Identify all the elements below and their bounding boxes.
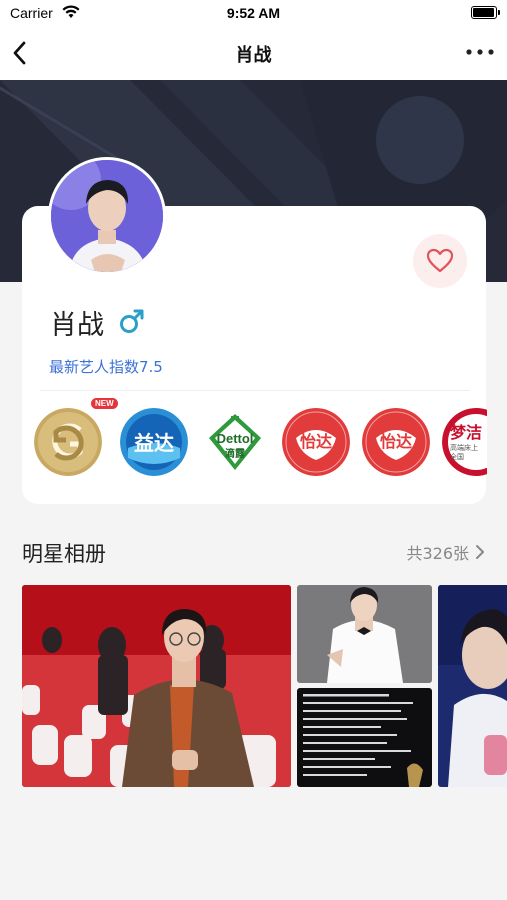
- brand-gucci-logo[interactable]: [34, 408, 102, 476]
- album-count: 共326张: [406, 544, 469, 563]
- battery-icon: [471, 6, 500, 19]
- brand-yida-logo-1[interactable]: 怡达: [282, 408, 350, 476]
- artist-index[interactable]: 最新艺人指数7.5: [49, 356, 163, 377]
- album-photo-2[interactable]: [297, 585, 432, 683]
- yida-text-2: 怡达: [380, 432, 412, 451]
- brand-yida-logo-2[interactable]: 怡达: [362, 408, 430, 476]
- dettol-text: Dettol: [217, 431, 254, 446]
- mengjie-subtext-2: 全国: [450, 452, 464, 461]
- avatar[interactable]: [48, 157, 166, 275]
- album-photo-3[interactable]: [297, 688, 432, 787]
- battery-level: [473, 8, 494, 17]
- album-count-link[interactable]: 共326张: [406, 540, 487, 564]
- yida-gum-text: 益达: [134, 431, 174, 455]
- navigation-bar: 肖战: [0, 28, 507, 80]
- heart-outline-icon: [426, 248, 454, 273]
- mengjie-subtext-1: 高端床上: [450, 443, 478, 452]
- yida-text-1: 怡达: [300, 432, 332, 451]
- clock: 9:52 AM: [226, 5, 281, 21]
- ellipsis-icon[interactable]: [463, 40, 497, 64]
- album-photo-4[interactable]: [438, 585, 507, 787]
- mengjie-text: 梦洁: [450, 423, 482, 442]
- new-badge: NEW: [91, 398, 118, 409]
- male-symbol-icon: [120, 309, 144, 333]
- divider: [40, 390, 470, 391]
- chevron-right-icon: [476, 545, 484, 559]
- status-bar: Carrier 9:52 AM: [0, 0, 507, 28]
- brand-dettol-logo[interactable]: Dettol 滴露: [201, 408, 269, 476]
- dettol-subtext: 滴露: [225, 447, 246, 460]
- star-name: 肖战: [50, 310, 104, 341]
- album-photo-1[interactable]: [22, 585, 291, 787]
- brand-yida-gum-logo[interactable]: 益达: [120, 408, 188, 476]
- album-title: 明星相册: [22, 542, 106, 566]
- page-title: 肖战: [235, 45, 272, 66]
- favorite-button[interactable]: [413, 234, 467, 288]
